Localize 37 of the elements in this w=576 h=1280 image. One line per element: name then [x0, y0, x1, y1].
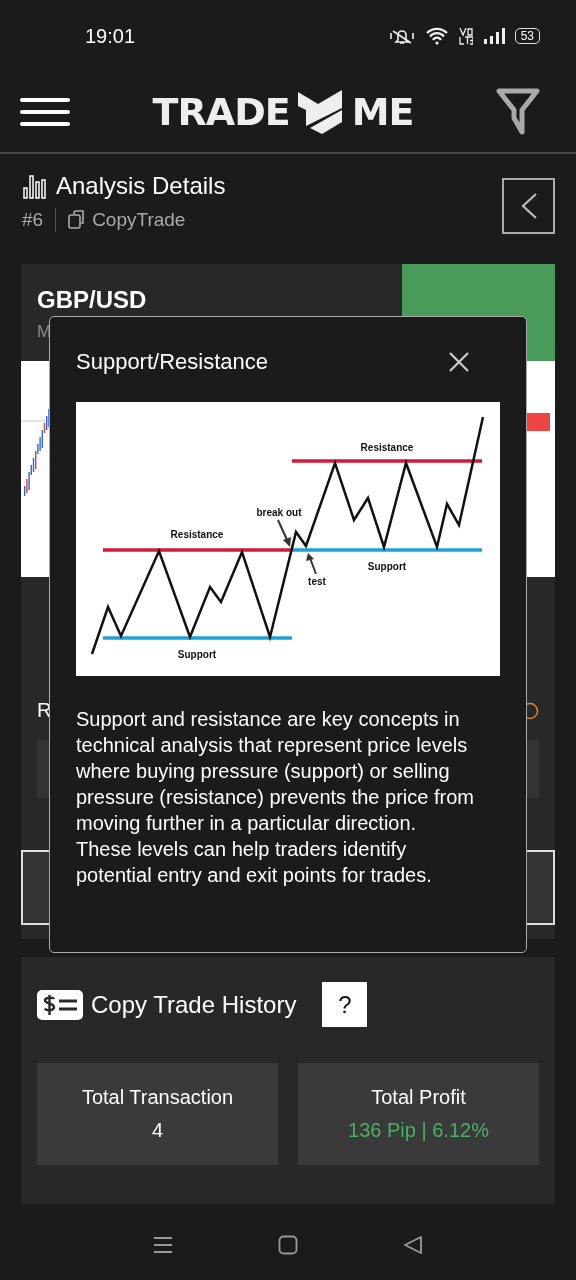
analysis-number: #6	[22, 209, 44, 231]
logo-text: ME	[351, 90, 414, 134]
money-icon	[37, 989, 83, 1020]
menu-button[interactable]	[20, 97, 70, 127]
stat-value: 136 Pip | 6.12%	[348, 1119, 489, 1142]
diagram-label: test	[308, 576, 326, 587]
clock: 19:01	[85, 24, 137, 48]
stat-label: Total Transaction	[81, 1086, 234, 1109]
bar-chart-icon	[22, 172, 48, 200]
currency-pair: GBP/USD	[37, 286, 148, 314]
close-button[interactable]	[448, 351, 470, 373]
stat-value: 4	[151, 1119, 164, 1142]
back-button[interactable]	[403, 1235, 423, 1255]
diagram-label: Support	[177, 649, 217, 660]
logo-text: TRADE	[152, 90, 290, 134]
copy-icon	[68, 210, 87, 230]
chevron-left-icon	[519, 192, 538, 220]
section-title: Copy Trade History	[91, 990, 297, 1019]
help-button[interactable]: ?	[322, 982, 368, 1027]
wifi-icon	[424, 27, 449, 45]
home-button[interactable]	[278, 1235, 298, 1255]
volte-icon	[458, 27, 473, 45]
filter-button[interactable]	[496, 88, 540, 136]
modal-description: Support and resistance are key concepts in technical analysis that represent price levels where buying pressure (support) or selling pressure (resistance) prevents the price from moving further in a particular direction. These levels can help traders identify potential entry and exit points for trades.	[76, 707, 475, 888]
signal-icon	[482, 27, 505, 45]
mute-icon	[388, 27, 415, 45]
diagram-label: Resistance	[170, 529, 224, 540]
stat-label: Total Profit	[371, 1086, 466, 1109]
menu-button[interactable]	[153, 1235, 173, 1255]
page-title: Analysis Details	[56, 172, 226, 200]
diagram-label: Support	[367, 561, 407, 572]
battery-level: 53	[514, 28, 540, 44]
back-button[interactable]	[502, 178, 555, 234]
diagram-label: break out	[256, 507, 302, 518]
analysis-type: CopyTrade	[92, 209, 186, 231]
diagram-label: Resistance	[360, 442, 414, 453]
modal-title: Support/Resistance	[76, 349, 268, 375]
